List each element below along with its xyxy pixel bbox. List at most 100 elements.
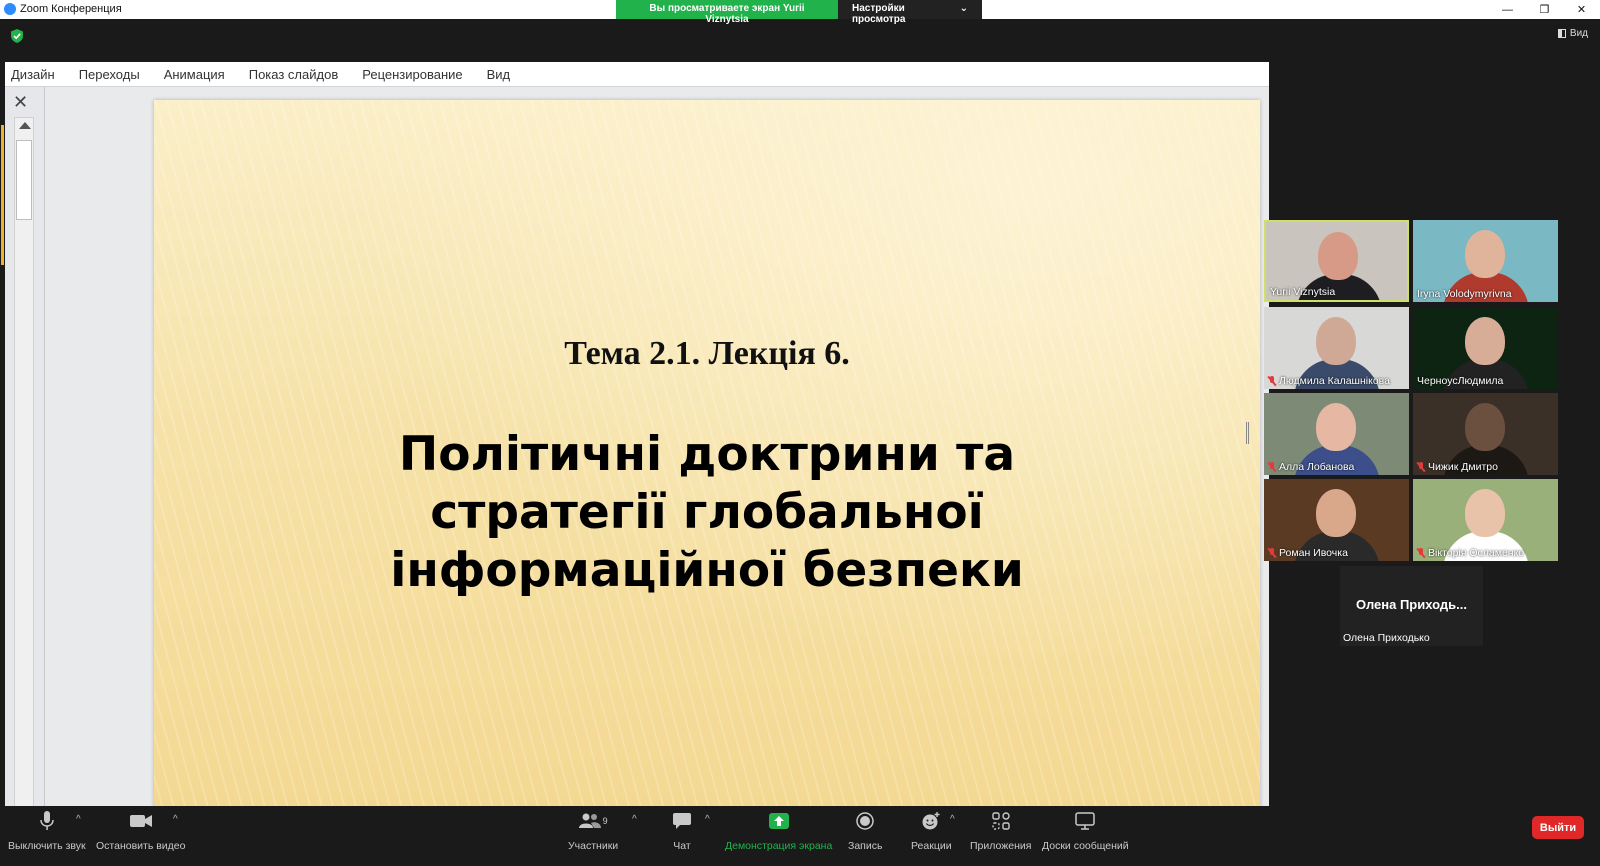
participant-name: Алла Лобанова <box>1279 461 1355 473</box>
slide-canvas: Тема 2.1. Лекція 6. Політичні доктрини т… <box>154 100 1260 822</box>
participant-video-tile[interactable]: Чижик Дмитро <box>1413 393 1558 475</box>
participant-face <box>1465 489 1505 537</box>
slide-title: Політичні доктрини та стратегії глобальн… <box>154 426 1260 600</box>
participant-name: Вікторія Осламенко <box>1428 547 1525 559</box>
app-title: Zoom Конференция <box>4 3 122 15</box>
chat-button[interactable]: Чат <box>673 810 691 852</box>
chat-options-chevron-icon[interactable]: ^ <box>705 814 710 825</box>
participant-name: Iryna Volodymyrivna <box>1417 288 1512 300</box>
slides-pane: ✕ <box>5 87 45 822</box>
view-button-label: Вид <box>1569 28 1588 39</box>
slides-scrollbar[interactable] <box>14 117 34 822</box>
chevron-down-icon: ⌄ <box>959 3 968 14</box>
view-settings-label: Настройки просмотра <box>852 3 906 25</box>
participant-name-tag: ЧерноусЛюдмила <box>1417 375 1503 387</box>
reactions-options-chevron-icon[interactable]: ^ <box>950 814 955 825</box>
participants-options-chevron-icon[interactable]: ^ <box>632 814 637 825</box>
participant-name-tag: Людмила Калашнікова <box>1268 375 1390 387</box>
share-screen-label: Демонстрация экрана <box>725 840 833 852</box>
mic-muted-icon <box>1268 548 1276 558</box>
participant-video-tile[interactable]: Людмила Калашнікова <box>1264 307 1409 389</box>
whiteboards-button[interactable]: Доски сообщений <box>1042 810 1129 852</box>
encryption-shield-icon[interactable] <box>11 29 23 43</box>
minimize-button[interactable]: — <box>1489 0 1526 19</box>
microphone-icon <box>40 810 54 832</box>
reactions-icon <box>921 810 941 832</box>
camera-icon <box>129 810 152 832</box>
record-icon <box>856 810 874 832</box>
participant-face <box>1316 489 1356 537</box>
participant-display-name: Олена Приходь... <box>1356 597 1467 612</box>
participant-video-tile[interactable]: Iryna Volodymyrivna <box>1413 220 1558 302</box>
tab-view[interactable]: Вид <box>487 67 511 82</box>
gallery-splitter[interactable] <box>1246 422 1249 444</box>
zoom-logo-icon <box>4 3 16 15</box>
window-titlebar: Zoom Конференция Вы просматриваете экран… <box>0 0 1600 25</box>
audio-options-chevron-icon[interactable]: ^ <box>76 814 81 825</box>
participant-name: Роман Ивочка <box>1279 547 1348 559</box>
tab-design[interactable]: Дизайн <box>11 67 55 82</box>
tab-transitions[interactable]: Переходы <box>79 67 140 82</box>
participant-video-tile[interactable]: Вікторія Осламенко <box>1413 479 1558 561</box>
participant-video-tile[interactable]: Алла Лобанова <box>1264 393 1409 475</box>
tab-review[interactable]: Рецензирование <box>362 67 462 82</box>
close-pane-icon[interactable]: ✕ <box>13 92 28 113</box>
apps-button[interactable]: Приложения <box>970 810 1031 852</box>
participant-name-tag: Чижик Дмитро <box>1417 461 1498 473</box>
apps-label: Приложения <box>970 840 1032 852</box>
window-title: Zoom Конференция <box>20 3 122 15</box>
mic-muted-icon <box>1417 462 1425 472</box>
participant-name: Чижик Дмитро <box>1428 461 1498 473</box>
share-screen-button[interactable]: Демонстрация экрана <box>725 810 832 852</box>
mic-muted-icon <box>1268 462 1276 472</box>
view-button[interactable]: Вид <box>1557 28 1588 39</box>
participant-face <box>1465 230 1505 278</box>
participant-name-tag: Роман Ивочка <box>1268 547 1348 559</box>
tab-animation[interactable]: Анимация <box>164 67 225 82</box>
share-banner: Вы просматриваете экран Yurii Viznytsia … <box>616 0 982 25</box>
participant-face <box>1465 317 1505 365</box>
ppt-ribbon-tabs: Дизайн Переходы Анимация Показ слайдов Р… <box>5 62 1269 87</box>
record-button[interactable]: Запись <box>848 810 882 852</box>
participant-name-tag: Алла Лобанова <box>1268 461 1354 473</box>
reactions-button[interactable]: Реакции <box>911 810 952 852</box>
scroll-thumb[interactable] <box>16 140 32 220</box>
reactions-label: Реакции <box>911 840 952 852</box>
video-options-chevron-icon[interactable]: ^ <box>173 814 178 825</box>
shared-screen[interactable]: Дизайн Переходы Анимация Показ слайдов Р… <box>5 62 1269 822</box>
slide-title-line: інформаційної безпеки <box>390 543 1024 598</box>
leave-meeting-button[interactable]: Выйти <box>1532 816 1584 839</box>
participant-face <box>1318 232 1358 280</box>
participant-name-tag: Вікторія Осламенко <box>1417 547 1524 559</box>
participant-name-tag: Yurii Viznytsia <box>1270 286 1335 298</box>
stop-video-label: Остановить видео <box>96 840 186 852</box>
participants-count: 9 <box>602 816 608 826</box>
participant-video-tile[interactable]: ЧерноусЛюдмила <box>1413 307 1558 389</box>
whiteboard-icon <box>1075 810 1096 832</box>
view-settings-button[interactable]: Настройки просмотра ⌄ <box>838 0 982 25</box>
mic-muted-icon <box>1417 548 1425 558</box>
participant-face <box>1316 403 1356 451</box>
viewing-screen-label: Вы просматриваете экран Yurii Viznytsia <box>616 0 838 25</box>
tab-slideshow[interactable]: Показ слайдов <box>249 67 339 82</box>
chat-icon <box>673 810 691 832</box>
participant-face <box>1316 317 1356 365</box>
close-window-button[interactable]: ✕ <box>1563 0 1600 19</box>
mute-label: Выключить звук <box>8 840 86 852</box>
participant-video-tile[interactable]: Yurii Viznytsia <box>1264 220 1409 302</box>
slide-title-line: стратегії глобальної <box>430 485 984 540</box>
participant-video-tile[interactable]: Роман Ивочка <box>1264 479 1409 561</box>
apps-icon <box>992 810 1010 832</box>
participant-name-tag: Iryna Volodymyrivna <box>1417 288 1512 300</box>
participant-face <box>1465 403 1505 451</box>
participants-label: Участники <box>568 840 619 852</box>
record-label: Запись <box>848 840 883 852</box>
participants-button[interactable]: 9 Участники <box>568 810 618 852</box>
scroll-up-icon[interactable] <box>19 122 31 129</box>
participant-name: ЧерноусЛюдмила <box>1417 375 1504 387</box>
mute-button[interactable]: Выключить звук <box>8 810 86 852</box>
participant-tile-no-video[interactable]: Олена Приходь... Олена Приходько <box>1340 566 1483 646</box>
restore-button[interactable]: ❐ <box>1526 0 1563 19</box>
participant-name: Yurii Viznytsia <box>1270 286 1336 298</box>
pane-indicator <box>1 125 4 265</box>
